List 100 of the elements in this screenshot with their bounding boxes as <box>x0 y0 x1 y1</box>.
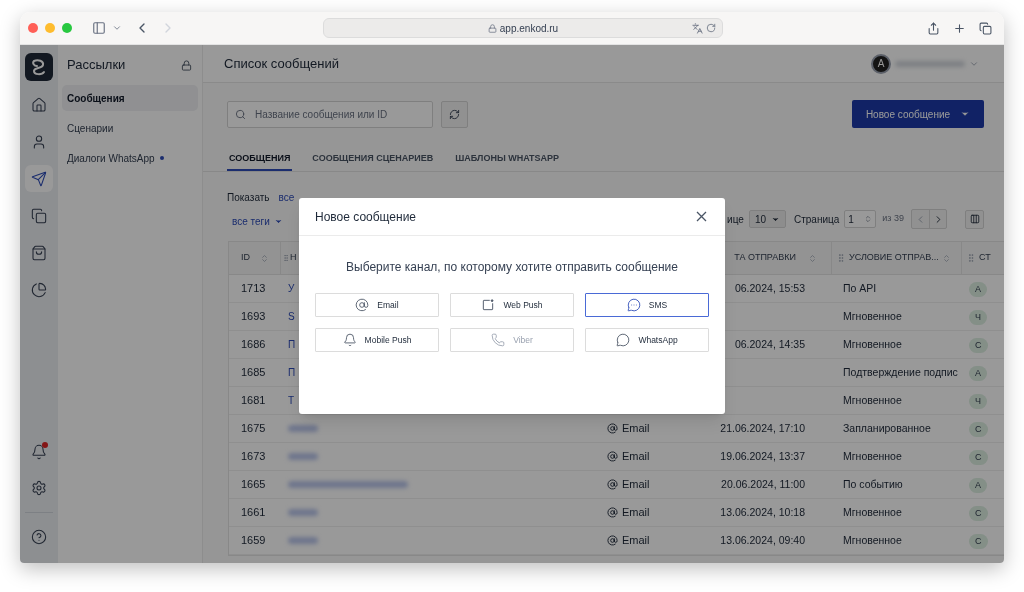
id-cell: 1685 <box>241 366 266 379</box>
rail-button[interactable] <box>25 165 53 192</box>
blurred-message-name <box>288 425 318 432</box>
tags-filter-dropdown[interactable]: все теги <box>227 214 295 229</box>
close-icon <box>695 211 707 222</box>
columns-button[interactable] <box>965 209 984 229</box>
bag-icon <box>31 244 47 261</box>
stepper-icon[interactable] <box>864 215 873 223</box>
drag-handle-icon[interactable] <box>836 253 846 263</box>
drag-handle-icon[interactable] <box>966 253 976 263</box>
status-badge: Ч <box>969 393 987 410</box>
search-field[interactable]: Название сообщения или ID <box>227 100 433 128</box>
page-title: Список сообщений <box>224 54 339 73</box>
at-icon <box>607 535 618 546</box>
id-cell: 1693 <box>241 310 266 323</box>
new-tab-icon[interactable] <box>953 21 966 35</box>
condition-cell: Мгновенное <box>843 394 902 407</box>
date-cell-text: 13.06.2024, 10:18 <box>720 504 805 520</box>
status-badge: С <box>969 337 988 354</box>
sidebar-toggle-icon[interactable] <box>92 21 106 35</box>
channel-option[interactable]: SMS <box>585 293 709 317</box>
at-icon <box>607 423 618 434</box>
section-title: Рассылки <box>67 56 126 75</box>
condition-cell: Мгновенное <box>843 534 902 547</box>
date-cell-text: 21.06.2024, 17:10 <box>720 420 805 436</box>
message-name-link[interactable]: П <box>288 339 296 351</box>
tab[interactable]: СООБЩЕНИЯ СЦЕНАРИЕВ <box>310 148 436 171</box>
status-badge: С <box>969 533 988 550</box>
status-badge: А <box>969 477 987 494</box>
message-name-link[interactable]: П <box>288 367 296 379</box>
channel-option[interactable]: Email <box>315 293 439 317</box>
new-message-button[interactable]: Новое сообщение <box>852 100 984 128</box>
tabs-overview-icon[interactable] <box>979 21 992 35</box>
at-icon <box>607 479 618 490</box>
channel-option[interactable]: Web Push <box>450 293 574 317</box>
channel-cell-text: Email <box>622 533 650 549</box>
column-header: Н <box>290 251 297 265</box>
channel-cell-text: Email <box>622 421 650 437</box>
channel-option[interactable]: WhatsApp <box>585 328 709 352</box>
condition-cell: Мгновенное <box>843 338 902 351</box>
url-text: app.enkod.ru <box>499 21 559 36</box>
reload-icon[interactable] <box>706 22 716 33</box>
id-cell: 1661 <box>241 506 266 519</box>
blurred-message-name <box>288 509 318 516</box>
page-total: из 39 <box>882 212 904 226</box>
show-label: Показать <box>227 191 270 205</box>
channel-cell-text: Email <box>622 449 650 465</box>
send-icon <box>31 170 47 187</box>
page-number-field[interactable]: 1 <box>844 210 877 228</box>
status-badge: А <box>969 281 987 298</box>
show-filter-link[interactable]: все <box>278 190 295 205</box>
chat-icon <box>616 333 631 347</box>
dialog-prompt: Выберите канал, по которому хотите отправить сообщение <box>345 259 679 276</box>
columns-icon <box>969 214 980 224</box>
channel-option[interactable]: Mobile Push <box>315 328 439 352</box>
date-cell-text: 13.06.2024, 09:40 <box>720 532 805 548</box>
translate-icon[interactable] <box>692 22 703 34</box>
sidebar-item[interactable]: Сценарии <box>62 115 198 141</box>
avatar[interactable]: A <box>871 53 891 74</box>
tab[interactable]: СООБЩЕНИЯ <box>227 148 293 171</box>
date-cell-text: 20.06.2024, 11:00 <box>721 476 805 492</box>
drag-handle-icon[interactable] <box>282 254 290 262</box>
lock-icon <box>487 23 497 33</box>
chat-bubble-icon <box>626 298 641 312</box>
condition-cell: Мгновенное <box>843 450 902 463</box>
column-header: ТА ОТПРАВКИ <box>734 251 796 265</box>
sidebar-item[interactable]: Сообщения <box>62 85 198 111</box>
chevron-down-icon[interactable] <box>112 23 122 33</box>
caret-icon <box>273 217 283 226</box>
dialog-title: Новое сообщение <box>315 208 417 226</box>
per-page-label: ице <box>727 212 744 227</box>
column-header: СТ <box>979 251 991 265</box>
tab[interactable]: ШАБЛОНЫ WHATSAPP <box>453 148 562 171</box>
user-icon <box>31 133 47 150</box>
sidebar-item[interactable]: Диалоги WhatsApp <box>62 145 198 171</box>
id-cell: 1713 <box>241 282 266 295</box>
sidebar-item-label: Сообщения <box>67 91 125 106</box>
settings-icon <box>31 480 47 496</box>
message-name-link[interactable]: У <box>288 283 295 295</box>
id-cell: 1675 <box>241 422 266 435</box>
status-badge: А <box>969 365 987 382</box>
message-name-link[interactable]: Т <box>288 395 295 407</box>
share-icon[interactable] <box>927 21 940 35</box>
refresh-icon <box>449 108 460 120</box>
per-page-dropdown[interactable]: 10 <box>748 210 786 228</box>
logo-icon[interactable] <box>25 53 53 81</box>
channel-cell-text: Email <box>622 505 650 521</box>
lock-icon[interactable] <box>181 59 192 71</box>
condition-cell: Запланированное <box>843 422 931 435</box>
address-bar[interactable]: app.enkod.ru <box>323 18 723 38</box>
message-name-link[interactable]: S <box>288 311 295 323</box>
home-icon <box>31 96 47 113</box>
maximize-window-icon[interactable] <box>62 23 72 33</box>
column-header: ID <box>241 251 250 265</box>
refresh-button[interactable] <box>441 100 468 128</box>
at-icon <box>607 507 618 518</box>
channel-cell-text: Email <box>622 477 650 493</box>
status-badge: С <box>969 449 988 466</box>
status-badge: С <box>969 505 988 522</box>
close-window-icon[interactable] <box>28 23 38 33</box>
